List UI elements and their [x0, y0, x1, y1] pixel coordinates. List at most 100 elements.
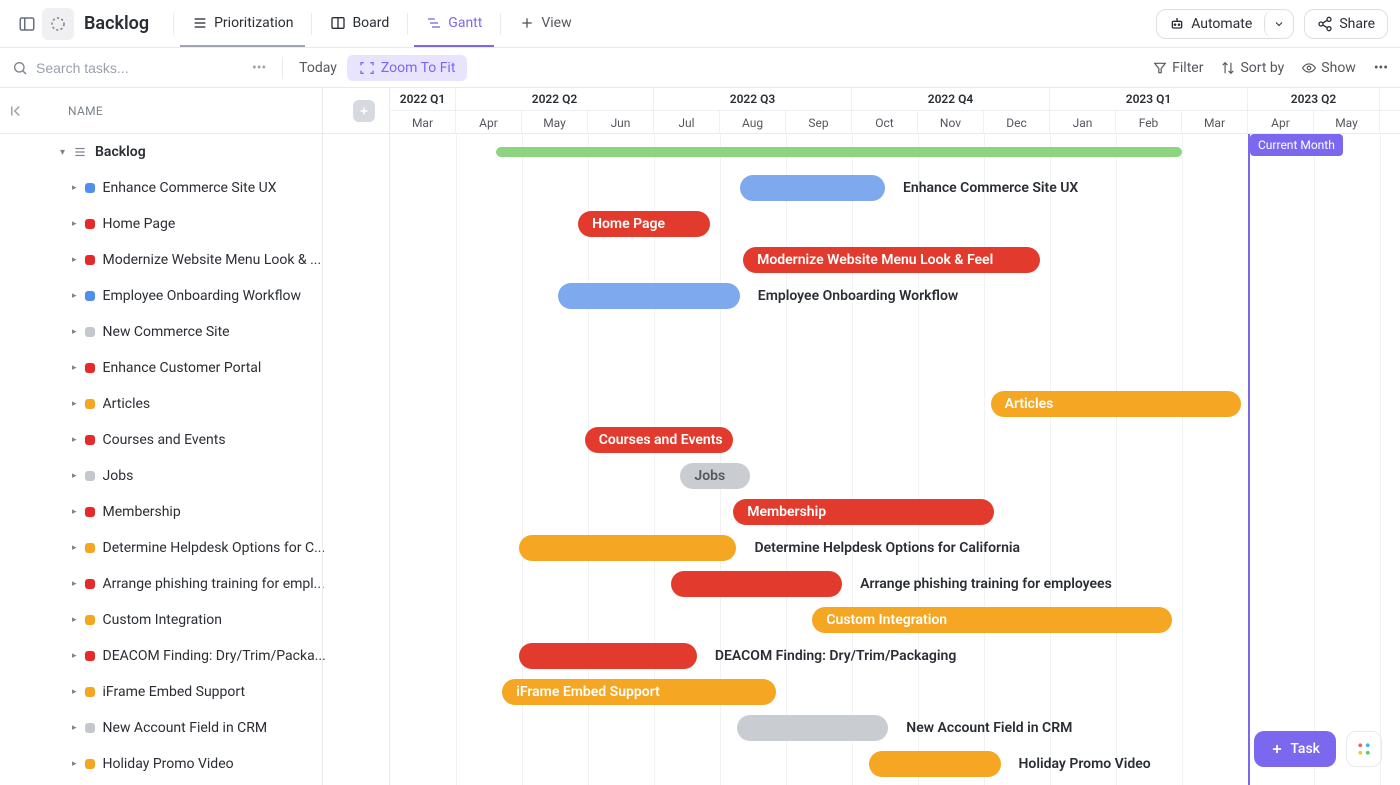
month-label: Jul [654, 111, 720, 134]
status-dot [85, 579, 95, 589]
views-tabs: Prioritization Board Gantt View [180, 0, 584, 47]
tree-item[interactable]: ▸ New Account Field in CRM [0, 710, 389, 746]
tree-item-label: Holiday Promo Video [103, 756, 234, 772]
zoom-to-fit-button[interactable]: Zoom To Fit [347, 55, 468, 81]
filter-button[interactable]: Filter [1153, 60, 1203, 76]
gantt-bar[interactable] [558, 283, 740, 309]
eye-icon [1302, 61, 1316, 75]
tree-item[interactable]: ▸ Membership [0, 494, 389, 530]
tree-item[interactable]: ▸ iFrame Embed Support [0, 674, 389, 710]
show-button[interactable]: Show [1302, 60, 1356, 76]
caret-icon: ▸ [72, 363, 77, 373]
gantt-bar[interactable] [519, 535, 737, 561]
gantt-bar[interactable] [737, 715, 889, 741]
tree-item[interactable]: ▸ Determine Helpdesk Options for C... [0, 530, 389, 566]
month-label: Nov [918, 111, 984, 134]
gantt-bar[interactable] [519, 643, 697, 669]
month-label: Jun [588, 111, 654, 134]
tree-item-label: Modernize Website Menu Look & ... [103, 252, 322, 268]
tree-item-label: Courses and Events [103, 432, 226, 448]
gantt-bar[interactable] [869, 751, 1001, 777]
tree-group[interactable]: ▾ Backlog [0, 134, 389, 170]
tab-gantt[interactable]: Gantt [414, 0, 494, 47]
app-grid-button[interactable] [1346, 731, 1382, 767]
add-column-button[interactable] [353, 100, 375, 122]
toolbar: ••• Today Zoom To Fit Filter Sort by Sho… [0, 48, 1400, 88]
tree-item[interactable]: ▸ Jobs [0, 458, 389, 494]
search-input[interactable] [36, 60, 206, 76]
quarter-label: 2022 Q3 [654, 88, 852, 110]
gantt-bar[interactable]: Modernize Website Menu Look & Feel [743, 247, 1040, 273]
status-dot [85, 435, 95, 445]
tree-item[interactable]: ▸ Enhance Customer Portal [0, 350, 389, 386]
gantt-bar[interactable] [740, 175, 885, 201]
plus-icon [1270, 742, 1284, 756]
sortby-button[interactable]: Sort by [1221, 60, 1284, 76]
new-task-button[interactable]: Task [1254, 731, 1336, 767]
caret-icon: ▸ [72, 471, 77, 481]
tree-body: ▾ Backlog ▸ Enhance Commerce Site UX▸ Ho… [0, 134, 389, 782]
tree-item[interactable]: ▸ Modernize Website Menu Look & ... [0, 242, 389, 278]
tree-item-label: New Account Field in CRM [103, 720, 268, 736]
automate-dropdown[interactable] [1264, 10, 1293, 38]
gantt-bar[interactable]: Courses and Events [585, 427, 734, 453]
tab-board[interactable]: Board [318, 0, 401, 47]
automate-label: Automate [1191, 16, 1252, 32]
caret-icon: ▸ [72, 291, 77, 301]
gantt-bar[interactable] [496, 147, 1182, 157]
status-dot [85, 363, 95, 373]
tree-item[interactable]: ▸ Employee Onboarding Workflow [0, 278, 389, 314]
search-wrap [12, 60, 242, 76]
gantt-bar[interactable] [671, 571, 843, 597]
more-options-icon[interactable]: ••• [242, 60, 276, 76]
tree-item[interactable]: ▸ Custom Integration [0, 602, 389, 638]
gantt-bar[interactable]: Membership [733, 499, 994, 525]
caret-icon: ▸ [72, 435, 77, 445]
tree-item-label: Enhance Customer Portal [103, 360, 262, 376]
month-label: Apr [1248, 111, 1314, 134]
gantt-bar[interactable]: iFrame Embed Support [502, 679, 776, 705]
status-dot [85, 507, 95, 517]
month-label: Mar [1182, 111, 1248, 134]
quarter-label: 2023 Q2 [1248, 88, 1380, 110]
sidebar-toggle-icon[interactable] [12, 9, 42, 39]
topbar: Backlog Prioritization Board Gantt View … [0, 0, 1400, 48]
tree-item[interactable]: ▸ DEACOM Finding: Dry/Trim/Packa... [0, 638, 389, 674]
tree-item[interactable]: ▸ Home Page [0, 206, 389, 242]
tree-item[interactable]: ▸ Enhance Commerce Site UX [0, 170, 389, 206]
caret-icon: ▸ [72, 615, 77, 625]
space-icon[interactable] [42, 8, 74, 40]
quarter-label: 2022 Q4 [852, 88, 1050, 110]
quarter-label: 2022 Q1 [390, 88, 456, 110]
gantt-bar[interactable]: Home Page [578, 211, 710, 237]
zoom-label: Zoom To Fit [381, 60, 456, 76]
chevron-down-icon [1273, 18, 1285, 30]
tree-item-label: Determine Helpdesk Options for C... [103, 540, 326, 556]
tree-header: NAME [0, 88, 389, 134]
gantt-bar[interactable]: Jobs [680, 463, 749, 489]
tree-item[interactable]: ▸ Courses and Events [0, 422, 389, 458]
more-icon[interactable]: ••• [1374, 60, 1388, 76]
tab-add-view[interactable]: View [507, 0, 583, 47]
tree-item[interactable]: ▸ Holiday Promo Video [0, 746, 389, 782]
tree-item[interactable]: ▸ New Commerce Site [0, 314, 389, 350]
month-label: Dec [984, 111, 1050, 134]
tree-item-label: Custom Integration [103, 612, 222, 628]
page-title: Backlog [84, 13, 149, 34]
tab-prioritization[interactable]: Prioritization [180, 0, 305, 47]
gantt-bar[interactable]: Custom Integration [812, 607, 1172, 633]
status-dot [85, 759, 95, 769]
divider [173, 13, 174, 35]
quarter-label: 2022 Q2 [456, 88, 654, 110]
tree-item[interactable]: ▸ Arrange phishing training for empl... [0, 566, 389, 602]
automate-button[interactable]: Automate [1157, 10, 1264, 38]
share-button[interactable]: Share [1304, 9, 1388, 39]
status-dot [85, 183, 95, 193]
filter-icon [1153, 61, 1167, 75]
today-button[interactable]: Today [289, 56, 347, 80]
timeline-body: Current MonthEnhance Commerce Site UXHom… [390, 134, 1400, 785]
gantt-bar[interactable]: Articles [991, 391, 1242, 417]
gantt-timeline[interactable]: 2022 Q12022 Q22022 Q32022 Q42023 Q12023 … [390, 88, 1400, 785]
caret-icon: ▸ [72, 219, 77, 229]
tree-item[interactable]: ▸ Articles [0, 386, 389, 422]
